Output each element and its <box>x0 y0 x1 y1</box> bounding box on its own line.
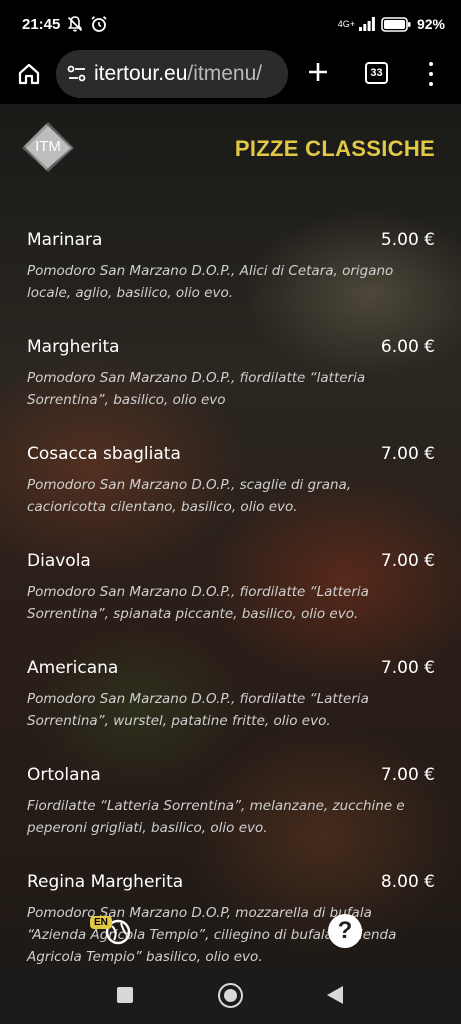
item-price: 8.00 € <box>380 872 435 892</box>
notifications-off-icon <box>68 16 83 32</box>
logo-text: ITM <box>35 137 61 155</box>
menu-item-header: Ortolana 7.00 € <box>27 765 435 795</box>
menu-item-header: Cosacca sbagliata 7.00 € <box>27 444 435 474</box>
system-navigation-bar <box>0 968 461 1024</box>
browser-toolbar: itertour.eu/itmenu/ 33 <box>0 48 461 104</box>
menu-item-header: Regina Margherita 8.00 € <box>27 872 435 902</box>
item-name: Marinara <box>27 230 103 250</box>
menu-item[interactable]: Americana 7.00 € Pomodoro San Marzano D.… <box>0 658 461 765</box>
item-description: Pomodoro San Marzano D.O.P., Alici di Ce… <box>27 263 394 301</box>
menu-list: Marinara 5.00 € Pomodoro San Marzano D.O… <box>0 230 461 968</box>
recent-apps-button[interactable] <box>117 987 133 1003</box>
menu-item-header: Marinara 5.00 € <box>27 230 435 260</box>
status-left-icons <box>66 15 108 33</box>
address-bar[interactable]: itertour.eu/itmenu/ <box>56 50 288 98</box>
item-name: Diavola <box>27 551 91 571</box>
menu-item[interactable]: Cosacca sbagliata 7.00 € Pomodoro San Ma… <box>0 444 461 551</box>
section-title: PIZZE CLASSICHE <box>234 136 435 161</box>
more-dot-icon <box>429 72 433 76</box>
back-button[interactable] <box>327 986 343 1004</box>
menu-item[interactable]: Ortolana 7.00 € Fiordilatte “Latteria So… <box>0 765 461 872</box>
alarm-icon <box>91 16 107 32</box>
network-type: 4G+ <box>337 18 355 29</box>
item-name: Americana <box>27 658 119 678</box>
item-description: Pomodoro San Marzano D.O.P., fiordilatte… <box>27 691 369 729</box>
menu-item-header: Americana 7.00 € <box>27 658 435 688</box>
home-icon <box>18 63 40 85</box>
menu-item[interactable]: Regina Margherita 8.00 € Pomodoro San Ma… <box>0 872 461 968</box>
item-price: 7.00 € <box>380 444 435 464</box>
language-button[interactable]: EN <box>90 910 132 950</box>
menu-item[interactable]: Marinara 5.00 € Pomodoro San Marzano D.O… <box>0 230 461 337</box>
battery-icon <box>381 16 411 32</box>
menu-item[interactable]: Margherita 6.00 € Pomodoro San Marzano D… <box>0 337 461 444</box>
more-dot-icon <box>429 62 433 66</box>
item-name: Cosacca sbagliata <box>27 444 181 464</box>
url-path: /itmenu/ <box>187 62 263 85</box>
menu-page: ITM PIZZE CLASSICHE Marinara 5.00 € Pomo… <box>0 104 461 968</box>
tab-switcher-button[interactable]: 33 <box>365 62 388 84</box>
plus-icon <box>309 63 327 81</box>
item-description: Fiordilatte “Latteria Sorrentina”, melan… <box>27 798 405 836</box>
status-time: 21:45 <box>22 15 61 33</box>
item-price: 5.00 € <box>380 230 435 250</box>
item-description: Pomodoro San Marzano D.O.P., fiordilatte… <box>27 370 366 408</box>
help-button[interactable]: ? <box>328 914 362 948</box>
item-price: 7.00 € <box>380 551 435 571</box>
more-dot-icon <box>429 82 433 86</box>
language-badge: EN <box>90 916 112 929</box>
menu-item[interactable]: Diavola 7.00 € Pomodoro San Marzano D.O.… <box>0 551 461 658</box>
itm-logo[interactable]: ITM <box>20 118 76 174</box>
more-options-button[interactable] <box>421 60 441 88</box>
url-text[interactable]: itertour.eu/itmenu/ <box>94 62 262 86</box>
item-name: Margherita <box>27 337 120 357</box>
item-description: Pomodoro San Marzano D.O.P, mozzarella d… <box>27 905 397 965</box>
menu-item-header: Diavola 7.00 € <box>27 551 435 581</box>
status-right-icons: 4G+ 92% <box>338 16 445 32</box>
home-button[interactable] <box>14 59 44 89</box>
site-settings-icon[interactable] <box>66 63 88 85</box>
item-name: Regina Margherita <box>27 872 184 892</box>
item-name: Ortolana <box>27 765 101 785</box>
menu-item-header: Margherita 6.00 € <box>27 337 435 367</box>
item-price: 6.00 € <box>380 337 435 357</box>
item-price: 7.00 € <box>380 658 435 678</box>
home-circle-icon <box>224 989 237 1002</box>
home-nav-button[interactable] <box>218 983 243 1008</box>
signal-icon <box>358 17 375 31</box>
item-price: 7.00 € <box>380 765 435 785</box>
url-domain: itertour.eu <box>94 62 188 85</box>
new-tab-button[interactable] <box>304 58 332 86</box>
item-description: Pomodoro San Marzano D.O.P., fiordilatte… <box>27 584 369 622</box>
status-bar: 21:45 4G+ 92% <box>0 0 461 48</box>
battery-percentage: 92% <box>416 16 445 32</box>
item-description: Pomodoro San Marzano D.O.P., scaglie di … <box>27 477 352 515</box>
